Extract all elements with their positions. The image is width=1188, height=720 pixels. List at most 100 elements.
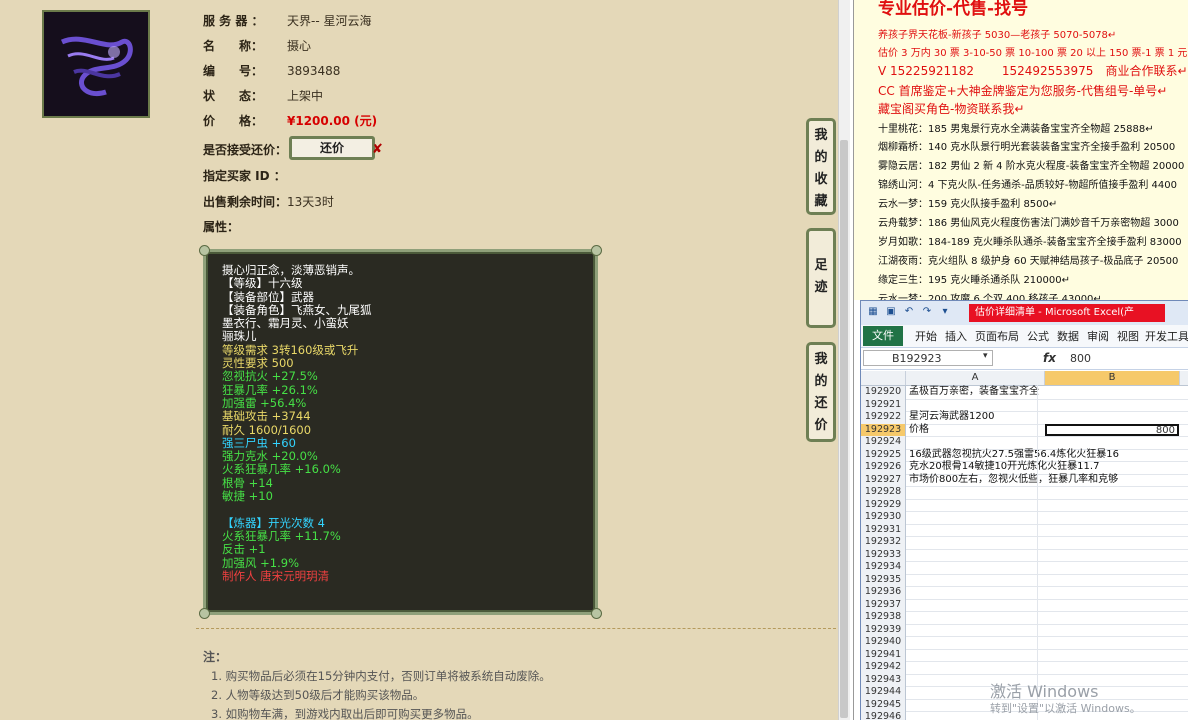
row-number[interactable]: 192929	[861, 498, 906, 511]
tab-home[interactable]: 开始	[915, 328, 937, 344]
attribute-line: 敏捷 +10	[222, 489, 273, 504]
row-number[interactable]: 192933	[861, 548, 906, 561]
cell-a[interactable]: 市场价800左右，忽视火低些，狂暴几率和克够	[909, 474, 1118, 487]
cell-a[interactable]: 价格	[909, 424, 929, 437]
sheet-row: 192923 价格 800	[861, 423, 1188, 437]
column-header-a[interactable]: A	[906, 371, 1045, 385]
corner-ornament	[199, 245, 210, 256]
redo-icon[interactable]: ↷	[921, 306, 933, 318]
row-number[interactable]: 192920	[861, 386, 906, 399]
divider	[196, 628, 836, 629]
column-header-b[interactable]: B	[1045, 371, 1180, 385]
tab-view[interactable]: 视图	[1117, 328, 1139, 344]
name-box-dropdown-icon[interactable]: ▾	[983, 351, 988, 361]
row-number[interactable]: 192923	[861, 423, 906, 436]
notes-line: 锦绣山河：4 下克火队-任务通杀-品质较好-物超所值接手盈利 4400	[878, 180, 1177, 191]
sheet-row: 192922 星河云海武器1200	[861, 411, 1188, 425]
row-number[interactable]: 192941	[861, 648, 906, 661]
price-row: 价 格： ¥1200.00 (元)	[203, 112, 377, 130]
tab-insert[interactable]: 插入	[945, 328, 967, 344]
formula-input[interactable]: 800	[1070, 352, 1091, 365]
tab-my-favorites-label: 我的收藏	[814, 128, 828, 209]
row-number[interactable]: 192928	[861, 486, 906, 499]
select-all-corner[interactable]	[861, 371, 906, 385]
row-number[interactable]: 192926	[861, 461, 906, 474]
buyer-id-row: 指定买家 ID ：	[203, 167, 299, 185]
sheet-row: 192931	[861, 523, 1188, 537]
tab-footprint-label: 足迹	[814, 258, 828, 295]
attributes-label: 属性：	[203, 220, 240, 234]
tab-data[interactable]: 数据	[1057, 328, 1079, 344]
row-number[interactable]: 192922	[861, 411, 906, 424]
tab-footprint[interactable]: 足迹	[806, 228, 836, 328]
right-panel: 专业估价-代售-找号 养孩子界天花板-新孩子 5030—老孩子 5070-507…	[853, 0, 1188, 720]
buyer-id-label: 指定买家 ID ：	[203, 169, 286, 183]
tab-page-layout[interactable]: 页面布局	[975, 328, 1019, 344]
item-weapon-image	[44, 12, 148, 116]
row-number[interactable]: 192936	[861, 586, 906, 599]
counter-offer-row: 是否接受还价：	[203, 141, 287, 159]
row-number[interactable]: 192934	[861, 561, 906, 574]
attributes-row: 属性：	[203, 218, 287, 236]
row-number[interactable]: 192940	[861, 636, 906, 649]
row-number[interactable]: 192924	[861, 436, 906, 449]
tab-developer[interactable]: 开发工具	[1145, 328, 1188, 344]
notes-line: 估价 3 万内 30 票 3-10-50 票 10-100 票 20 以上 15…	[878, 48, 1188, 59]
customize-toolbar-icon[interactable]: ▾	[939, 306, 951, 318]
save-icon[interactable]: ▣	[885, 306, 897, 318]
row-number[interactable]: 192942	[861, 661, 906, 674]
attribute-line: 【装备部位】武器	[222, 289, 314, 304]
row-number[interactable]: 192935	[861, 573, 906, 586]
tab-formulas[interactable]: 公式	[1027, 328, 1049, 344]
row-number[interactable]: 192937	[861, 598, 906, 611]
row-number[interactable]: 192921	[861, 398, 906, 411]
cell-a[interactable]: 孟极百万亲密，装备宝宝齐全	[909, 386, 1039, 399]
attribute-line	[222, 503, 585, 516]
row-number[interactable]: 192930	[861, 511, 906, 524]
attribute-line: 摄心归正念，淡薄恶销声。	[222, 263, 360, 277]
cell-a[interactable]: 星河云海武器1200	[909, 411, 994, 424]
fx-icon[interactable]: fx	[1043, 351, 1056, 365]
no-counter-offer-icon: ✘	[372, 142, 383, 157]
sheet-row: 192926 克水20根骨14敏捷10开光炼化火狂暴11.7	[861, 461, 1188, 475]
sheet-row: 192936	[861, 586, 1188, 600]
corner-ornament	[591, 245, 602, 256]
name-box[interactable]: B192923	[863, 350, 993, 366]
tab-file[interactable]: 文件	[863, 326, 903, 346]
cell-a[interactable]: 克水20根骨14敏捷10开光炼化火狂暴11.7	[909, 461, 1099, 474]
row-number[interactable]: 192927	[861, 473, 906, 486]
attribute-line: 反击 +1	[222, 542, 266, 557]
page-scrollbar-thumb[interactable]	[840, 140, 848, 718]
counter-offer-button[interactable]: 还价	[289, 136, 375, 160]
sheet-row: 192921	[861, 398, 1188, 412]
row-number[interactable]: 192939	[861, 623, 906, 636]
row-number[interactable]: 192944	[861, 686, 906, 699]
item-weapon-icon	[42, 10, 150, 118]
note-item: 3. 如购物车满，到游戏内取出后即可购买更多物品。	[211, 707, 479, 720]
activate-windows-subtitle: 转到"设置"以激活 Windows。	[990, 702, 1141, 715]
row-number[interactable]: 192932	[861, 536, 906, 549]
tab-my-counter-offers[interactable]: 我的还价	[806, 342, 836, 442]
cell-a[interactable]: 16级武器忽视抗火27.5强雷56.4炼化火狂暴16	[909, 449, 1119, 462]
sheet-row: 192930	[861, 511, 1188, 525]
attribute-line: 加强风 +1.9%	[222, 555, 300, 570]
row-number[interactable]: 192945	[861, 698, 906, 711]
tab-review[interactable]: 审阅	[1087, 328, 1109, 344]
sheet-row: 192924	[861, 436, 1188, 450]
row-number[interactable]: 192943	[861, 673, 906, 686]
undo-icon[interactable]: ↶	[903, 306, 915, 318]
row-number[interactable]: 192938	[861, 611, 906, 624]
server-value: 天界-- 星河云海	[287, 14, 372, 28]
row-number[interactable]: 192946	[861, 711, 906, 720]
price-label: 价 格：	[203, 114, 264, 128]
notes-line: 江湖夜雨：克火组队 8 级护身 60 天赋神结局孩子-极品底子 20500	[878, 256, 1179, 267]
selected-cell-b[interactable]: 800	[1045, 423, 1179, 436]
column-headers: A B	[861, 371, 1188, 386]
notes-line: 云水一梦：159 克火队接手盈利 8500↵	[878, 199, 1058, 210]
sheet-row: 192942	[861, 661, 1188, 675]
attribute-line: 狂暴几率 +26.1%	[222, 382, 318, 397]
status-row: 状 态： 上架中	[203, 87, 323, 105]
row-number[interactable]: 192931	[861, 523, 906, 536]
tab-my-favorites[interactable]: 我的收藏	[806, 118, 836, 215]
row-number[interactable]: 192925	[861, 448, 906, 461]
